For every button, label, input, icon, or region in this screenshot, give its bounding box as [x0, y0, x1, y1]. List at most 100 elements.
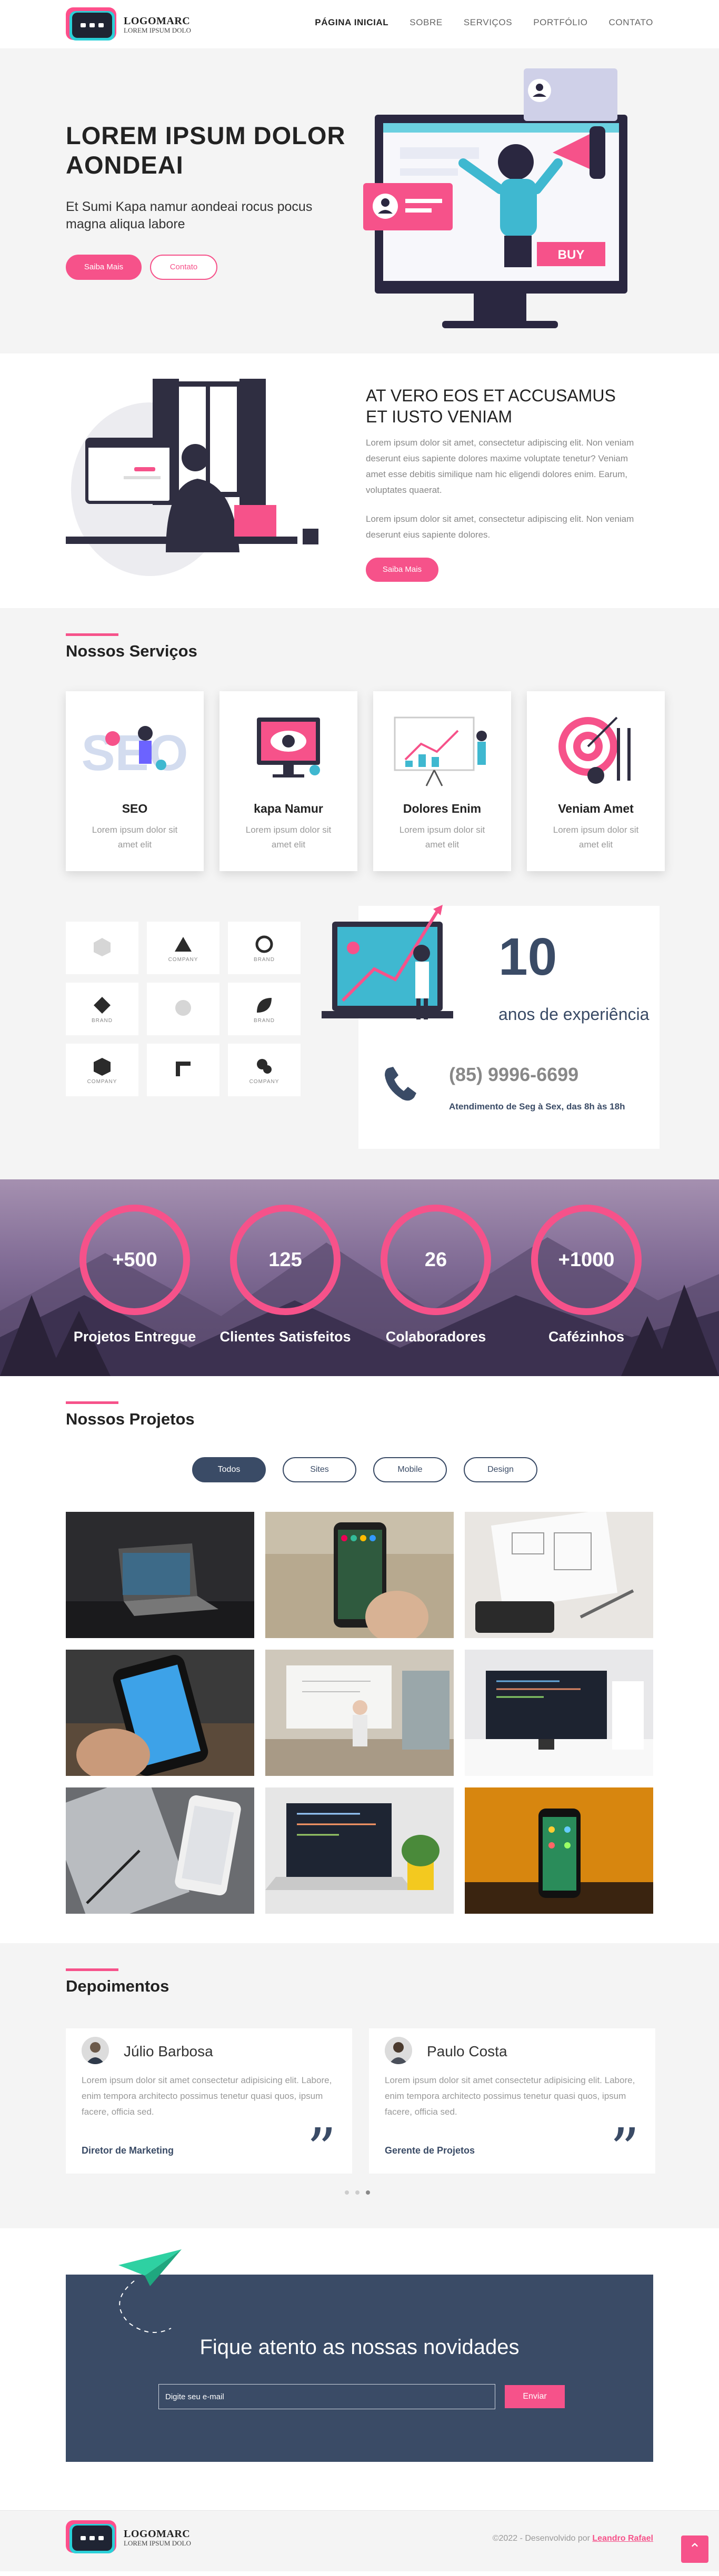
filter-sites[interactable]: Sites: [283, 1457, 356, 1482]
back-to-top-button[interactable]: ⌃: [681, 2535, 708, 2563]
author-link[interactable]: Leandro Rafael: [592, 2534, 653, 2543]
quote-icon: ”: [306, 2116, 336, 2183]
nav-about[interactable]: SOBRE: [410, 17, 443, 28]
nav-portfolio[interactable]: PORTFÓLIO: [533, 17, 587, 28]
hero-learn-more-button[interactable]: Saiba Mais: [66, 255, 142, 280]
project-gallery: [66, 1512, 653, 1914]
copyright: ©2022 - Desenvolvido por Leandro Rafael: [492, 2534, 653, 2543]
service-title: Veniam Amet: [558, 802, 634, 815]
avatar: [82, 2037, 109, 2064]
nav-contact[interactable]: CONTATO: [609, 17, 653, 28]
client-logo-brand: BRAND: [228, 922, 301, 974]
client-logo-square: [147, 1044, 219, 1096]
testimonials-title: Depoimentos: [66, 1977, 169, 1995]
subscribe-button[interactable]: Enviar: [505, 2385, 565, 2408]
project-photo-whiteboard[interactable]: [265, 1650, 454, 1776]
projects-section: Nossos Projetos Todos Sites Mobile Desig…: [0, 1376, 719, 1943]
stat-label: Colaboradores: [385, 1329, 486, 1345]
buy-label: BUY: [558, 248, 585, 262]
project-photo-phone-orange[interactable]: [465, 1787, 653, 1914]
service-card-seo[interactable]: SEO SEO Lorem ipsum dolor sit amet elit: [66, 691, 204, 871]
section-accent-bar: [66, 1968, 118, 1971]
nav-home[interactable]: PÁGINA INICIAL: [315, 17, 388, 28]
site-header: LOGOMARC LOREM IPSUM DOLO PÁGINA INICIAL…: [0, 0, 719, 48]
filter-design[interactable]: Design: [464, 1457, 537, 1482]
nav-services[interactable]: SERVIÇOS: [464, 17, 512, 28]
about-learn-more-button[interactable]: Saiba Mais: [366, 558, 438, 582]
project-photo-macbook-plant[interactable]: [265, 1787, 454, 1914]
carousel-dot[interactable]: [355, 2190, 359, 2195]
square-icon: [176, 1062, 191, 1076]
service-card-dolores-enim[interactable]: Dolores Enim Lorem ipsum dolor sit amet …: [373, 691, 511, 871]
swirl-icon: [255, 935, 273, 953]
about-paragraph-2: Lorem ipsum dolor sit amet, consectetur …: [366, 514, 634, 540]
client-logo-brand-diamond: BRAND: [66, 983, 138, 1035]
carousel-dot[interactable]: [345, 2190, 349, 2195]
project-photo-notebook-phone[interactable]: [66, 1787, 254, 1914]
email-input[interactable]: [158, 2384, 495, 2409]
testimonial-name: Júlio Barbosa: [124, 2043, 213, 2059]
about-title: AT VERO EOS ET ACCUSAMUS ET IUSTO VENIAM: [366, 386, 616, 426]
hero-section: LOREM IPSUM DOLOR AONDEAI Et Sumi Kapa n…: [0, 48, 719, 353]
project-photo-phone-hand[interactable]: [265, 1512, 454, 1638]
service-desc: Lorem ipsum dolor sit amet elit: [92, 825, 178, 850]
service-title: SEO: [122, 802, 148, 815]
hero-contact-button[interactable]: Contato: [150, 255, 217, 280]
about-section: AT VERO EOS ET ACCUSAMUS ET IUSTO VENIAM…: [0, 353, 719, 608]
stat-coffee: +1000 Cafézinhos: [531, 1205, 642, 1345]
project-photo-desk-monitor[interactable]: [465, 1650, 653, 1776]
stat-projects: +500 Projetos Entregue: [74, 1205, 196, 1345]
stat-label: Clientes Satisfeitos: [219, 1329, 351, 1345]
service-desc: Lorem ipsum dolor sit amet elit: [399, 825, 485, 850]
project-filters: Todos Sites Mobile Design: [192, 1457, 537, 1482]
footer-logo[interactable]: LOGOMARC LOREM IPSUM DOLO: [66, 2520, 191, 2555]
section-accent-bar: [66, 633, 118, 636]
client-logo-hexagon: [66, 922, 138, 974]
logo-icon: [66, 7, 118, 42]
paper-plane-icon: [118, 2249, 182, 2333]
leaf-icon: [257, 997, 272, 1013]
client-logos: COMPANY BRAND BRAND BRAND COMPANY COMPAN…: [66, 922, 301, 1096]
service-desc: Lorem ipsum dolor sit amet elit: [245, 825, 332, 850]
client-logo-circle: [147, 983, 219, 1035]
filter-all[interactable]: Todos: [192, 1457, 266, 1482]
phone-number[interactable]: (85) 9996-6699: [449, 1064, 578, 1086]
stat-value: 26: [381, 1205, 491, 1315]
service-card-kapa-namur[interactable]: kapa Namur Lorem ipsum dolor sit amet el…: [219, 691, 357, 871]
avatar: [385, 2037, 412, 2064]
phone-icon: [385, 1067, 416, 1101]
stat-label: Cafézinhos: [548, 1329, 625, 1345]
growth-chart-illustration: [322, 905, 453, 1019]
working-man-illustration: [66, 379, 318, 576]
site-footer: LOGOMARC LOREM IPSUM DOLO ©2022 - Desenv…: [0, 2510, 719, 2571]
project-photo-laptop-dark[interactable]: [66, 1512, 254, 1638]
marketing-illustration: BUY: [363, 68, 627, 328]
logo-subtitle: LOREM IPSUM DOLO: [124, 26, 191, 34]
newsletter-section: Fique atento as nossas novidades Enviar: [0, 2228, 719, 2510]
client-logo-company: COMPANY: [147, 922, 219, 974]
logo-title: LOGOMARC: [124, 2528, 191, 2540]
project-photo-iphone[interactable]: [66, 1650, 254, 1776]
circle-icon: [175, 1000, 191, 1016]
service-title: Dolores Enim: [403, 802, 482, 815]
project-photo-sketch[interactable]: [465, 1512, 653, 1638]
service-card-veniam-amet[interactable]: Veniam Amet Lorem ipsum dolor sit amet e…: [527, 691, 665, 871]
experience-label: anos de experiência: [498, 1005, 650, 1024]
testimonials-section: Depoimentos Júlio Barbosa Lorem ipsum do…: [0, 1943, 719, 2228]
seo-icon: SEO: [82, 725, 187, 781]
testimonial-card: Paulo Costa Lorem ipsum dolor sit amet c…: [369, 2028, 655, 2178]
logo[interactable]: LOGOMARC LOREM IPSUM DOLO: [66, 7, 191, 42]
stats-section: +500 Projetos Entregue 125 Clientes Sati…: [0, 1179, 719, 1376]
about-paragraph-1: Lorem ipsum dolor sit amet, consectetur …: [366, 438, 634, 495]
stat-label: Projetos Entregue: [73, 1329, 196, 1345]
main-nav: PÁGINA INICIAL SOBRE SERVIÇOS PORTFÓLIO …: [315, 17, 653, 28]
section-accent-bar: [66, 1401, 118, 1404]
testimonial-card: Júlio Barbosa Lorem ipsum dolor sit amet…: [66, 2028, 352, 2178]
filter-mobile[interactable]: Mobile: [373, 1457, 447, 1482]
carousel-dot-active[interactable]: [366, 2190, 370, 2195]
hero-subtitle: Et Sumi Kapa namur aondeai rocus pocus m…: [66, 199, 313, 231]
monitor-eye-icon: [257, 718, 320, 777]
mountain-icon: [175, 936, 192, 952]
stat-value: +1000: [531, 1205, 642, 1315]
experience-panel: 10 anos de experiência (85) 9996-6699 At…: [322, 905, 660, 1149]
